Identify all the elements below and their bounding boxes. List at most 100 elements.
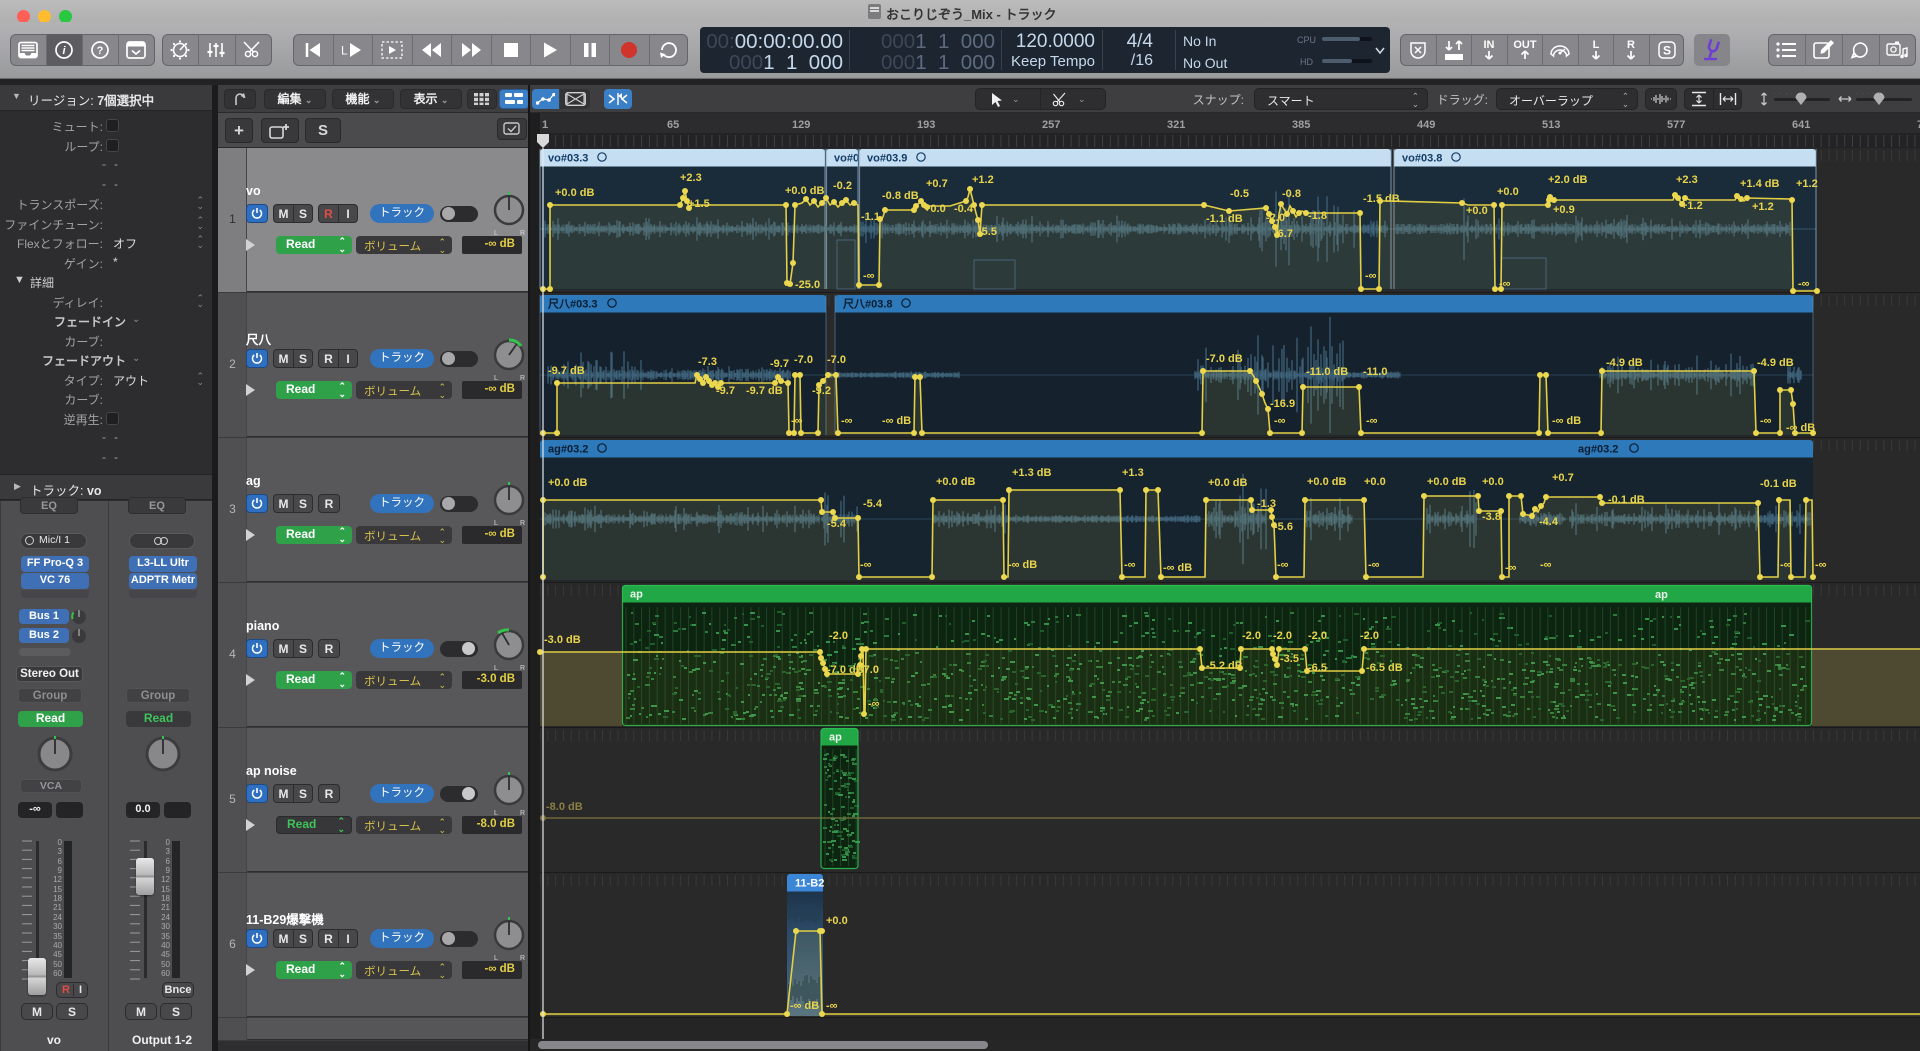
svg-text:?: ? — [97, 45, 104, 57]
svg-text:R: R — [1627, 39, 1635, 51]
svg-text:-∞: -∞ — [1366, 415, 1378, 427]
svg-text:257: 257 — [1042, 119, 1060, 131]
svg-text:L: L — [341, 44, 348, 58]
svg-text:-∞: -∞ — [1540, 559, 1552, 571]
svg-text:ap: ap — [630, 589, 643, 601]
svg-text:-9.7: -9.7 — [716, 385, 735, 397]
svg-text:-∞: -∞ — [1365, 270, 1377, 282]
svg-text:641: 641 — [1792, 119, 1810, 131]
svg-text:IN: IN — [1484, 39, 1495, 51]
svg-text:321: 321 — [1167, 119, 1185, 131]
svg-text:+0.0: +0.0 — [1482, 476, 1504, 488]
svg-text:-3.8: -3.8 — [1482, 511, 1501, 523]
svg-text:-∞ dB: -∞ dB — [1163, 562, 1192, 574]
svg-text:ap: ap — [829, 732, 842, 744]
svg-text:vo#0: vo#0 — [834, 153, 859, 165]
svg-text:-7.0: -7.0 — [860, 664, 879, 676]
svg-text:-1.3: -1.3 — [1257, 498, 1276, 510]
svg-text:+1.5: +1.5 — [688, 198, 710, 210]
svg-text:-∞: -∞ — [1124, 559, 1136, 571]
svg-text:S: S — [1662, 44, 1670, 58]
svg-text:-7.0: -7.0 — [794, 354, 813, 366]
svg-text:ag#03.2: ag#03.2 — [548, 444, 588, 456]
svg-text:+2.3: +2.3 — [1676, 174, 1698, 186]
svg-text:-7.3: -7.3 — [698, 356, 717, 368]
svg-text:1: 1 — [542, 119, 548, 131]
svg-text:+1.2: +1.2 — [1796, 178, 1818, 190]
svg-text:-0.4: -0.4 — [954, 203, 974, 215]
svg-text:-0.8 dB: -0.8 dB — [882, 190, 919, 202]
svg-text:-∞: -∞ — [841, 415, 853, 427]
svg-text:-∞: -∞ — [1798, 278, 1810, 290]
svg-text:+0.0: +0.0 — [1364, 476, 1386, 488]
svg-text:-1.1 dB: -1.1 dB — [1206, 213, 1243, 225]
svg-text:+0.0 dB: +0.0 dB — [1208, 477, 1247, 489]
svg-text:385: 385 — [1292, 119, 1310, 131]
svg-text:-∞ dB: -∞ dB — [790, 1000, 819, 1012]
svg-text:ap: ap — [1655, 589, 1668, 601]
svg-text:+0.7: +0.7 — [1552, 472, 1574, 484]
svg-text:-∞: -∞ — [1780, 559, 1792, 571]
svg-text:+1.2: +1.2 — [1681, 200, 1703, 212]
svg-text:-4.9 dB: -4.9 dB — [1757, 357, 1794, 369]
svg-text:-1.8: -1.8 — [1308, 210, 1327, 222]
svg-text:+0.0 dB: +0.0 dB — [555, 187, 594, 199]
svg-text:-∞: -∞ — [1274, 415, 1286, 427]
svg-text:+0.9: +0.9 — [1553, 204, 1575, 216]
svg-text:尺八#03.8: 尺八#03.8 — [843, 298, 893, 311]
svg-text:-∞ dB: -∞ dB — [882, 415, 911, 427]
svg-text:-0.5: -0.5 — [1230, 188, 1249, 200]
svg-text:-∞: -∞ — [826, 1000, 838, 1012]
svg-text:-16.9: -16.9 — [1270, 398, 1295, 410]
svg-text:+1.2: +1.2 — [1752, 201, 1774, 213]
svg-text:+1.2: +1.2 — [972, 174, 994, 186]
svg-text:-∞ dB: -∞ dB — [1786, 422, 1815, 434]
svg-text:-5.6: -5.6 — [1274, 521, 1293, 533]
svg-text:+0.0: +0.0 — [826, 915, 848, 927]
svg-text:513: 513 — [1542, 119, 1560, 131]
svg-text:+1.4 dB: +1.4 dB — [1740, 178, 1779, 190]
svg-text:-1.1: -1.1 — [861, 211, 880, 223]
svg-text:-∞: -∞ — [1760, 415, 1772, 427]
svg-text:-8.0 dB: -8.0 dB — [546, 801, 583, 813]
svg-text:-6.5: -6.5 — [1308, 662, 1327, 674]
svg-text:-0.8: -0.8 — [1282, 188, 1301, 200]
svg-text:-5.4: -5.4 — [827, 518, 847, 530]
svg-text:-0.2: -0.2 — [833, 180, 852, 192]
svg-text:-3.0 dB: -3.0 dB — [544, 634, 581, 646]
svg-text:+0.0 dB: +0.0 dB — [785, 185, 824, 197]
svg-text:129: 129 — [792, 119, 810, 131]
svg-text:-25.0: -25.0 — [795, 279, 820, 291]
svg-text:-2.0: -2.0 — [1242, 630, 1261, 642]
svg-text:-2.0: -2.0 — [1308, 630, 1327, 642]
svg-text:-11.0 dB: -11.0 dB — [1306, 366, 1348, 378]
svg-text:vo#03.8: vo#03.8 — [1402, 153, 1442, 165]
svg-text:-∞ dB: -∞ dB — [1552, 415, 1581, 427]
svg-text:-5.2 dB: -5.2 dB — [1206, 660, 1243, 672]
svg-text:+0.0 dB: +0.0 dB — [1307, 476, 1346, 488]
svg-text:-9.7 dB: -9.7 dB — [548, 365, 585, 377]
svg-text:-∞: -∞ — [1815, 559, 1827, 571]
svg-text:193: 193 — [917, 119, 935, 131]
svg-text:-3.5: -3.5 — [1280, 653, 1299, 665]
svg-text:尺八#03.3: 尺八#03.3 — [548, 298, 598, 311]
svg-text:+0.0: +0.0 — [1466, 205, 1488, 217]
svg-text:-7.0 dB: -7.0 dB — [827, 664, 864, 676]
svg-text:ag#03.2: ag#03.2 — [1578, 444, 1618, 456]
svg-text:-∞: -∞ — [1505, 562, 1517, 574]
svg-text:-0.1 dB: -0.1 dB — [1760, 478, 1797, 490]
svg-text:65: 65 — [667, 119, 679, 131]
svg-text:-∞: -∞ — [860, 559, 872, 571]
svg-text:+2.0 dB: +2.0 dB — [1548, 174, 1587, 186]
svg-text:+1.3 dB: +1.3 dB — [1012, 467, 1051, 479]
svg-text:vo#03.3: vo#03.3 — [548, 153, 588, 165]
svg-text:-∞: -∞ — [1277, 559, 1289, 571]
svg-text:-5.5: -5.5 — [978, 226, 997, 238]
svg-text:+0.0: +0.0 — [1497, 186, 1519, 198]
svg-text:-7.0: -7.0 — [827, 354, 846, 366]
svg-text:vo#03.9: vo#03.9 — [867, 153, 907, 165]
svg-text:11-B2: 11-B2 — [795, 878, 824, 890]
svg-text:449: 449 — [1417, 119, 1435, 131]
svg-text:-5.4: -5.4 — [863, 498, 883, 510]
svg-text:OUT: OUT — [1513, 39, 1537, 51]
